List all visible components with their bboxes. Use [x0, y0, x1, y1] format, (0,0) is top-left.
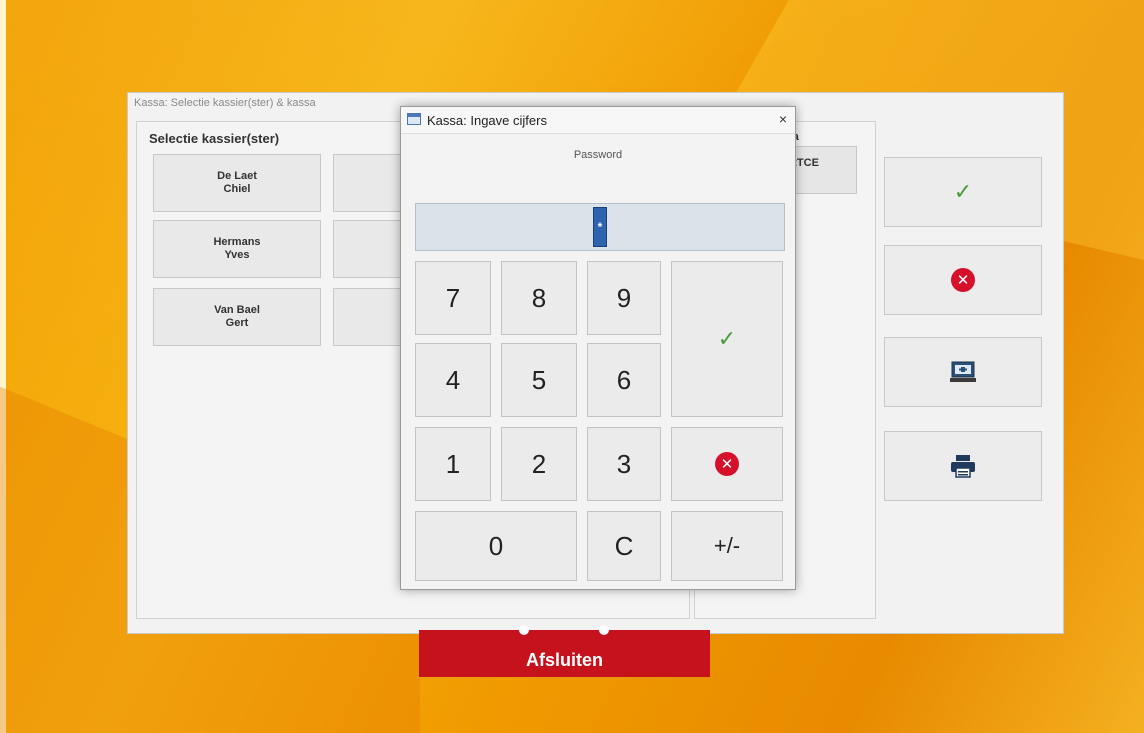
cancel-icon: ✕: [951, 268, 975, 292]
dialog-title: Kassa: Ingave cijfers: [427, 113, 547, 128]
decoration-dot: [519, 625, 529, 635]
window-icon: [407, 113, 421, 125]
key-0[interactable]: 0: [415, 511, 577, 581]
cancel-icon: ✕: [715, 452, 739, 476]
print-button[interactable]: [884, 431, 1042, 501]
close-app-button[interactable]: Afsluiten: [419, 625, 710, 677]
password-value: *: [593, 207, 607, 247]
key-5[interactable]: 5: [501, 343, 577, 417]
cancel-button[interactable]: ✕: [884, 245, 1042, 315]
field-label: Password: [573, 149, 623, 161]
cashier-group-label: Selectie kassier(ster): [149, 131, 280, 146]
decoration-dot: [599, 625, 609, 635]
password-field[interactable]: *: [415, 203, 785, 251]
close-icon[interactable]: ×: [779, 111, 787, 127]
screen-button[interactable]: [884, 337, 1042, 407]
printer-icon: [951, 455, 975, 478]
key-2[interactable]: 2: [501, 427, 577, 501]
key-cancel[interactable]: ✕: [671, 427, 783, 501]
key-9[interactable]: 9: [587, 261, 661, 335]
key-ok[interactable]: ✓: [671, 261, 783, 417]
key-6[interactable]: 6: [587, 343, 661, 417]
key-clear[interactable]: C: [587, 511, 661, 581]
key-7[interactable]: 7: [415, 261, 491, 335]
confirm-button[interactable]: ✓: [884, 157, 1042, 227]
cashier-button[interactable]: Van Bael Gert: [153, 288, 321, 346]
screen-icon: [950, 361, 976, 382]
key-3[interactable]: 3: [587, 427, 661, 501]
check-icon: ✓: [717, 326, 737, 352]
cashier-button[interactable]: De Laet Chiel: [153, 154, 321, 212]
check-icon: ✓: [953, 179, 973, 205]
dialog-titlebar[interactable]: Kassa: Ingave cijfers ×: [401, 107, 795, 134]
close-app-label: Afsluiten: [525, 650, 603, 670]
key-plus-minus[interactable]: +/-: [671, 511, 783, 581]
key-4[interactable]: 4: [415, 343, 491, 417]
key-1[interactable]: 1: [415, 427, 491, 501]
key-8[interactable]: 8: [501, 261, 577, 335]
window-title: Kassa: Selectie kassier(ster) & kassa: [134, 97, 316, 109]
cashier-button[interactable]: Hermans Yves: [153, 220, 321, 278]
numeric-input-dialog: Kassa: Ingave cijfers × Password * 7 8 9…: [400, 106, 796, 590]
